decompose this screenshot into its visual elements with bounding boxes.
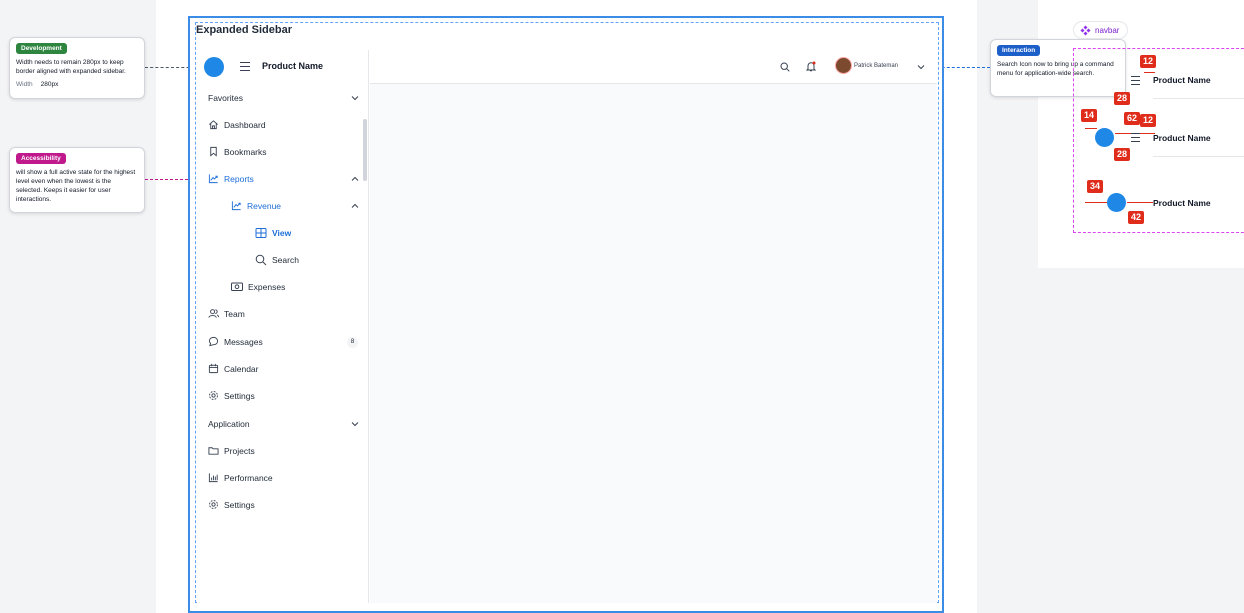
- sidebar-item-team[interactable]: Team: [208, 308, 245, 319]
- sidebar-item-messages[interactable]: Messages: [208, 336, 263, 347]
- bell-icon[interactable]: [806, 61, 816, 72]
- search-icon: [255, 254, 267, 266]
- measure-badge: 28: [1114, 148, 1131, 161]
- sidebar-item-dashboard[interactable]: Dashboard: [208, 119, 266, 130]
- development-note: Development Width needs to remain 280px …: [9, 37, 145, 99]
- chat-icon: [208, 336, 219, 347]
- interaction-tag: Interaction: [997, 45, 1041, 56]
- sidebar-item-label: Revenue: [247, 200, 282, 211]
- sidebar-item-label: Bookmarks: [224, 146, 267, 157]
- messages-count-badge: 8: [347, 337, 358, 348]
- chevron-down-icon[interactable]: [917, 64, 925, 70]
- chevron-down-icon[interactable]: [351, 95, 359, 101]
- money-icon: [231, 282, 243, 291]
- chevron-up-icon[interactable]: [351, 176, 359, 182]
- hamburger-menu-icon: [1131, 133, 1140, 142]
- gear-icon: [209, 500, 218, 509]
- navbar-component-pill: navbar: [1073, 21, 1129, 39]
- sidebar-item-projects[interactable]: Projects: [208, 445, 255, 456]
- sidebar-item-label: Performance: [224, 472, 273, 483]
- development-meta: Width 280px: [16, 80, 138, 89]
- sidebar-item-performance[interactable]: Performance: [208, 472, 273, 483]
- logo-icon: [1095, 128, 1114, 147]
- home-icon: [209, 120, 218, 130]
- sidebar-item-label: Search: [272, 255, 299, 265]
- sidebar-item-label: Dashboard: [224, 119, 266, 130]
- logo-icon[interactable]: [204, 57, 224, 77]
- measure-line: [1085, 202, 1107, 203]
- product-name: Product Name: [262, 61, 324, 71]
- spec-product-name: Product Name: [1153, 133, 1211, 143]
- sidebar-item-label: Team: [224, 308, 245, 319]
- sidebar-item-bookmarks[interactable]: Bookmarks: [208, 146, 267, 157]
- measure-badge: 34: [1087, 180, 1104, 193]
- width-value: 280px: [40, 81, 59, 88]
- avatar[interactable]: [835, 57, 852, 74]
- sidebar-item-label: Settings: [224, 390, 255, 401]
- chart-line-icon: [208, 174, 218, 184]
- sidebar-scrollbar[interactable]: [363, 119, 367, 181]
- top-navbar: [370, 50, 937, 84]
- sidebar-item-reports[interactable]: Reports: [208, 173, 254, 184]
- divider: [1153, 156, 1244, 157]
- spec-product-name: Product Name: [1153, 75, 1211, 85]
- hamburger-menu-icon: [1131, 76, 1140, 85]
- application-group-label[interactable]: Application: [208, 419, 250, 429]
- accessibility-tag: Accessibility: [16, 153, 66, 164]
- sidebar-item-expenses[interactable]: Expenses: [231, 281, 285, 292]
- measure-badge: 62: [1124, 112, 1141, 125]
- width-label: Width: [16, 81, 33, 88]
- users-icon: [208, 309, 219, 318]
- accessibility-text: will show a full active state for the hi…: [16, 169, 136, 203]
- sidebar: [197, 50, 369, 603]
- chevron-down-icon[interactable]: [351, 421, 359, 427]
- measure-badge: 28: [1114, 92, 1131, 105]
- frame-title: Expanded Sidebar: [196, 24, 292, 36]
- pill-label: navbar: [1095, 25, 1120, 35]
- user-name[interactable]: Patrick Bateman: [854, 63, 898, 69]
- sidebar-item-label: Messages: [224, 336, 263, 347]
- gear-icon: [209, 391, 218, 400]
- sidebar-item-revenue[interactable]: Revenue: [231, 200, 281, 211]
- chart-line-icon: [231, 201, 241, 211]
- bar-chart-icon: [208, 473, 218, 483]
- measure-line: [1085, 128, 1097, 129]
- development-text: Width needs to remain 280px to keep bord…: [16, 59, 126, 75]
- development-tag: Development: [16, 43, 67, 54]
- logo-icon: [1107, 193, 1126, 212]
- search-icon[interactable]: [780, 62, 790, 72]
- sidebar-item-label: Reports: [224, 173, 254, 184]
- spec-product-name: Product Name: [1153, 198, 1211, 208]
- sidebar-item-label: Settings: [224, 499, 255, 510]
- main-content-area: [370, 84, 937, 603]
- sidebar-item-label: Calendar: [224, 363, 259, 374]
- divider: [1153, 98, 1244, 99]
- sidebar-item-label: Projects: [224, 445, 255, 456]
- measure-line: [1144, 72, 1155, 73]
- bookmark-icon: [210, 146, 217, 157]
- component-icon: [1080, 25, 1091, 35]
- measure-line: [1127, 202, 1153, 203]
- measure-badge: 12: [1140, 114, 1157, 127]
- sidebar-item-app-settings[interactable]: Settings: [208, 499, 255, 510]
- measure-badge: 14: [1081, 109, 1098, 122]
- sidebar-item-view[interactable]: View: [255, 227, 291, 239]
- hamburger-menu-icon[interactable]: [240, 62, 250, 71]
- sidebar-item-calendar[interactable]: Calendar: [208, 363, 259, 374]
- accessibility-note: Accessibility will show a full active st…: [9, 147, 145, 213]
- measure-badge: 42: [1128, 211, 1145, 224]
- sidebar-item-label: Expenses: [248, 281, 286, 292]
- folder-icon: [208, 447, 219, 455]
- grid-icon: [255, 228, 267, 238]
- calendar-icon: [208, 363, 219, 374]
- sidebar-item-settings[interactable]: Settings: [208, 390, 255, 401]
- sidebar-item-search[interactable]: Search: [255, 254, 299, 266]
- favorites-group-label[interactable]: Favorites: [208, 93, 243, 103]
- sidebar-item-label: View: [272, 228, 292, 238]
- chevron-up-icon[interactable]: [351, 203, 359, 209]
- measure-badge: 12: [1140, 55, 1157, 68]
